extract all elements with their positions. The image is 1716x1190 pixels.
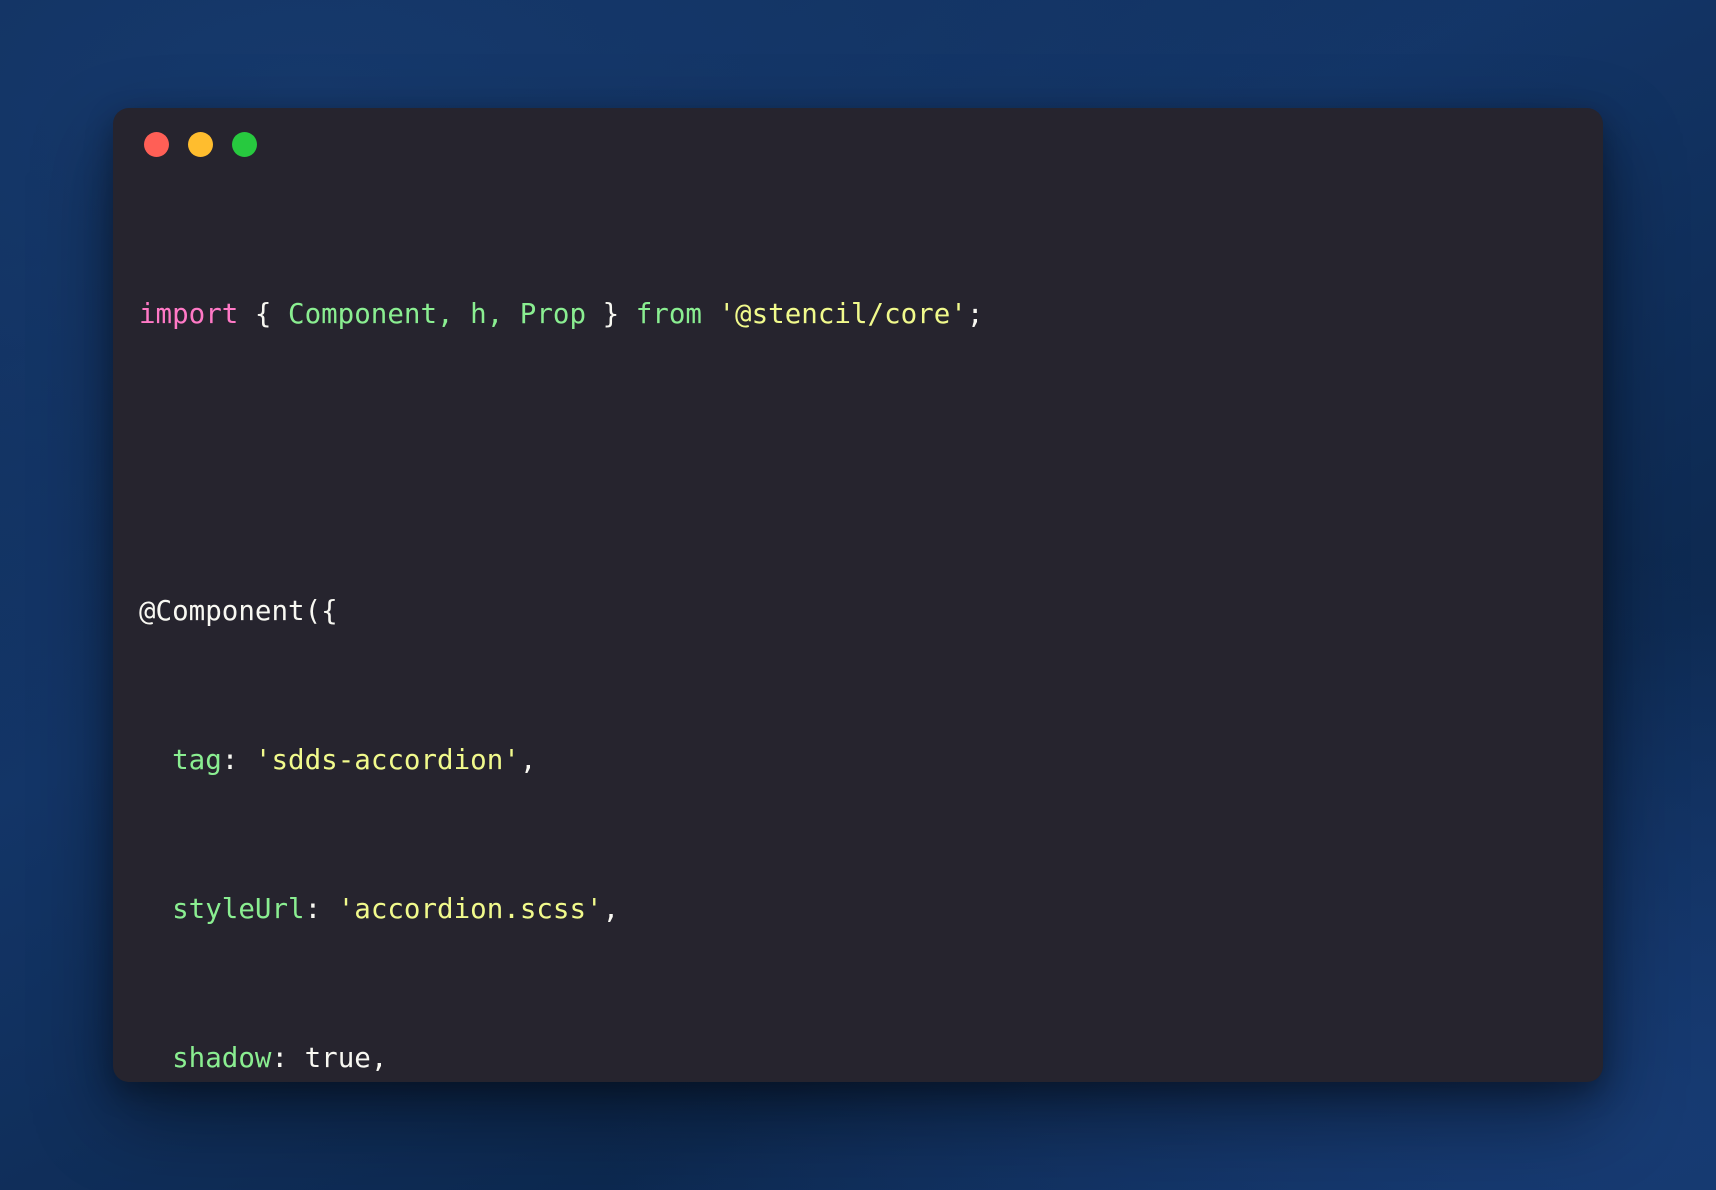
token-comma: ,	[602, 892, 620, 925]
token-decorator-component: @Component({	[139, 595, 338, 628]
code-line-4: tag: 'sdds-accordion',	[139, 742, 1603, 779]
code-block[interactable]: import { Component, h, Prop } from '@ste…	[113, 180, 1603, 1082]
minimize-window-button[interactable]	[188, 131, 213, 157]
code-window: import { Component, h, Prop } from '@ste…	[113, 108, 1603, 1082]
token-comma: ,	[370, 1041, 388, 1074]
token-string-module: '@stencil/core'	[718, 297, 967, 330]
token-boolean-true: true	[304, 1041, 371, 1074]
token-colon: :	[271, 1041, 305, 1074]
token-colon: :	[304, 892, 338, 925]
token-semicolon: ;	[966, 297, 984, 330]
token-prop-tag: tag	[172, 744, 222, 777]
token-keyword-from: from	[635, 297, 702, 330]
token-punct: }	[586, 297, 636, 330]
close-window-button[interactable]	[144, 131, 169, 157]
code-line-6: shadow: true,	[139, 1040, 1603, 1077]
code-line-1: import { Component, h, Prop } from '@ste…	[139, 296, 1603, 333]
token-string-stylefile: 'accordion.scss'	[337, 892, 603, 925]
token-comma: ,	[519, 744, 537, 777]
token-punct: {	[238, 297, 289, 330]
code-line-3: @Component({	[139, 593, 1603, 630]
token-import-names: Component, h, Prop	[288, 297, 587, 330]
token-colon: :	[221, 744, 255, 777]
window-titlebar	[113, 108, 1603, 180]
maximize-window-button[interactable]	[232, 131, 257, 157]
token-keyword-import: import	[139, 297, 239, 330]
token-string-tagname: 'sdds-accordion'	[254, 744, 520, 777]
code-line-5: styleUrl: 'accordion.scss',	[139, 891, 1603, 928]
token-prop-styleurl: styleUrl	[172, 892, 305, 925]
token-prop-shadow: shadow	[172, 1041, 272, 1074]
